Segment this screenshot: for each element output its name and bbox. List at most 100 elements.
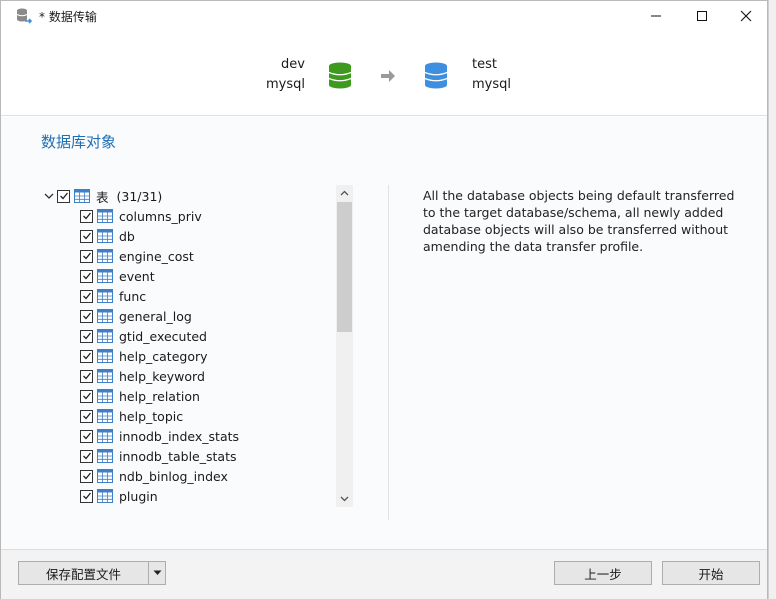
checkbox[interactable] <box>80 269 93 283</box>
chevron-up-icon <box>340 190 349 196</box>
checkmark-icon <box>82 292 91 300</box>
tree-item-label: help_keyword <box>119 368 205 384</box>
title-bar: * 数据传输 <box>1 1 767 31</box>
tree-item-table[interactable]: ndb_binlog_index <box>80 466 228 486</box>
tree-item-table[interactable]: innodb_table_stats <box>80 446 236 466</box>
maximize-button[interactable] <box>679 1 725 31</box>
checkbox[interactable] <box>80 429 93 443</box>
table-icon <box>97 369 113 383</box>
checkbox[interactable] <box>80 469 93 483</box>
tree-root-count: (31/31) <box>116 188 163 204</box>
content-area: 数据库对象 表 (31/31) columns_privdb engine_cos… <box>1 117 767 549</box>
table-icon <box>97 289 113 303</box>
transfer-header: dev mysql test mysql <box>1 31 767 116</box>
target-database-icon <box>424 62 448 89</box>
tree-item-table[interactable]: db <box>80 226 135 246</box>
scroll-up-button[interactable] <box>336 185 353 201</box>
checkmark-icon <box>59 192 68 200</box>
table-icon <box>97 429 113 443</box>
transfer-arrow-icon <box>381 70 395 82</box>
checkbox[interactable] <box>80 229 93 243</box>
checkmark-icon <box>82 492 91 500</box>
checkmark-icon <box>82 252 91 260</box>
data-transfer-window: * 数据传输 dev mysql test mysql 数据库对象 表 (31/… <box>0 0 768 599</box>
maximize-icon <box>697 11 707 21</box>
tree-root-label: 表 <box>96 189 109 205</box>
start-button[interactable]: 开始 <box>662 561 760 585</box>
table-icon <box>74 189 90 203</box>
table-icon <box>97 209 113 223</box>
table-icon <box>97 269 113 283</box>
checkbox[interactable] <box>80 389 93 403</box>
tree-item-table[interactable]: event <box>80 266 155 286</box>
tree-item-label: gtid_executed <box>119 328 207 344</box>
checkmark-icon <box>82 472 91 480</box>
transfer-description: All the database objects being default t… <box>423 188 735 254</box>
tree-item-table[interactable]: help_topic <box>80 406 183 426</box>
checkbox[interactable] <box>80 349 93 363</box>
checkbox[interactable] <box>80 309 93 323</box>
previous-button[interactable]: 上一步 <box>554 561 652 585</box>
tree-item-table[interactable]: func <box>80 286 146 306</box>
checkbox[interactable] <box>80 489 93 503</box>
tree-item-label: event <box>119 268 155 284</box>
section-title: 数据库对象 <box>41 133 117 151</box>
tree-item-table[interactable]: plugin <box>80 486 158 506</box>
table-icon <box>97 409 113 423</box>
checkmark-icon <box>82 332 91 340</box>
checkbox[interactable] <box>80 289 93 303</box>
tree-item-label: help_relation <box>119 388 200 404</box>
table-icon <box>97 469 113 483</box>
checkbox[interactable] <box>80 209 93 223</box>
checkmark-icon <box>82 272 91 280</box>
checkbox[interactable] <box>80 449 93 463</box>
tree-item-label: db <box>119 228 135 244</box>
tree-item-table[interactable]: general_log <box>80 306 192 326</box>
table-icon <box>97 229 113 243</box>
table-icon <box>97 389 113 403</box>
table-icon <box>97 329 113 343</box>
tree-item-table[interactable]: columns_priv <box>80 206 202 226</box>
tree-item-label: innodb_index_stats <box>119 428 240 444</box>
panel-divider <box>388 185 389 520</box>
checkbox[interactable] <box>57 189 70 203</box>
save-profile-button[interactable]: 保存配置文件 <box>18 561 149 585</box>
chevron-down-icon <box>340 496 349 502</box>
tree-item-table[interactable]: engine_cost <box>80 246 194 266</box>
scroll-down-button[interactable] <box>336 491 353 507</box>
tree-item-label: func <box>119 288 147 304</box>
scrollbar-thumb[interactable] <box>337 202 352 332</box>
tree-item-table[interactable]: innodb_index_stats <box>80 426 239 446</box>
checkbox[interactable] <box>80 249 93 263</box>
tree-item-table[interactable]: gtid_executed <box>80 326 207 346</box>
tree-scrollbar[interactable] <box>336 185 353 507</box>
checkmark-icon <box>82 232 91 240</box>
tree-root-tables[interactable]: 表 (31/31) <box>41 186 162 206</box>
save-profile-dropdown[interactable] <box>148 561 166 585</box>
source-connection-name: dev <box>281 57 305 72</box>
source-database-name: mysql <box>266 77 305 92</box>
tree-item-table[interactable]: help_keyword <box>80 366 205 386</box>
checkmark-icon <box>82 212 91 220</box>
background-window-edge <box>768 0 776 599</box>
table-icon <box>97 309 113 323</box>
table-icon <box>97 489 113 503</box>
tree-item-label: engine_cost <box>119 248 194 264</box>
checkbox[interactable] <box>80 369 93 383</box>
checkmark-icon <box>82 312 91 320</box>
close-icon <box>740 10 752 22</box>
checkbox[interactable] <box>80 329 93 343</box>
tree-item-table[interactable]: help_relation <box>80 386 200 406</box>
chevron-down-icon[interactable] <box>41 186 57 206</box>
table-icon <box>97 349 113 363</box>
target-connection-name: test <box>472 57 497 72</box>
dropdown-arrow-icon <box>153 570 161 575</box>
minimize-button[interactable] <box>633 1 679 31</box>
tree-item-label: help_topic <box>119 408 184 424</box>
checkbox[interactable] <box>80 409 93 423</box>
close-button[interactable] <box>723 1 769 31</box>
checkmark-icon <box>82 452 91 460</box>
source-database-icon <box>328 62 352 89</box>
tree-item-table[interactable]: help_category <box>80 346 208 366</box>
tree-item-label: ndb_binlog_index <box>119 468 228 484</box>
